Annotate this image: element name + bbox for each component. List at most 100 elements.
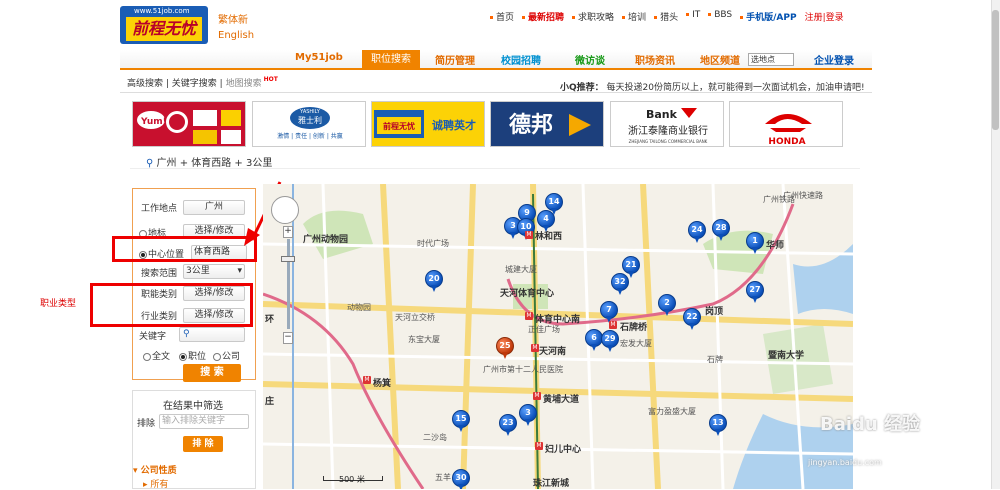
job-pin[interactable]: 7: [600, 301, 618, 323]
scope-company-radio[interactable]: 公司: [213, 349, 240, 362]
main-nav: My51job 职位搜索 简历管理 校园招聘 微访谈 职场资讯 地区频道 选地点…: [120, 50, 872, 70]
job-pin[interactable]: 30: [452, 469, 470, 489]
metro-icon: M: [533, 392, 541, 400]
map-label: 东宝大厦: [408, 335, 440, 344]
job-pin[interactable]: 22: [683, 308, 701, 330]
ad-honda[interactable]: HONDA: [729, 101, 843, 147]
site-logo[interactable]: www.51job.com 前程无忧: [120, 6, 208, 44]
radio-icon: [179, 352, 187, 361]
ad-tailong-bank[interactable]: Bank 浙江泰隆商业银行 ZHEJIANG TAILONG COMMERCIA…: [610, 101, 724, 147]
tab-advanced-search[interactable]: 高级搜索: [127, 79, 163, 89]
map-label: 黄埔大道: [543, 395, 580, 405]
job-pin[interactable]: 24: [688, 221, 706, 243]
nav-campus[interactable]: 校园招聘: [501, 52, 541, 67]
scrollbar-thumb[interactable]: [992, 10, 999, 130]
job-pin[interactable]: 1: [746, 232, 764, 254]
nav-interview[interactable]: 微访谈: [575, 52, 605, 67]
zoom-out-button[interactable]: −: [283, 332, 293, 344]
register-login-link[interactable]: 注册|登录: [805, 10, 844, 23]
map-label: 华师: [766, 241, 785, 251]
map-label: 庄: [265, 397, 275, 407]
job-pin[interactable]: 28: [712, 219, 730, 241]
metro-icon: M: [525, 312, 533, 320]
map-label: 天河立交桥: [395, 313, 435, 322]
deppon-text: 德邦: [509, 112, 553, 138]
job-pin[interactable]: 32: [611, 273, 629, 295]
map-scale-label: 500 米: [339, 475, 365, 484]
search-icon: ⚲: [183, 329, 190, 339]
top-link-it[interactable]: IT: [686, 10, 700, 23]
ad-deppon[interactable]: 德邦: [490, 101, 604, 147]
top-link-home[interactable]: 首页: [490, 10, 514, 23]
traditional-chinese-link[interactable]: 繁体新: [218, 11, 248, 26]
ad-yashili[interactable]: YASHILY 雅士利 激情 | 责任 | 创新 | 共赢: [252, 101, 366, 147]
keyword-input[interactable]: ⚲: [179, 327, 245, 342]
job-pin[interactable]: 23: [499, 414, 517, 436]
exclude-input[interactable]: 输入排除关键字: [159, 414, 249, 429]
job-pin[interactable]: 20: [425, 270, 443, 292]
job-pin[interactable]: 25: [496, 337, 514, 359]
job-pin[interactable]: 13: [709, 414, 727, 436]
work-location-button[interactable]: 广州: [183, 200, 245, 215]
yashili-slogan: 激情 | 责任 | 创新 | 共赢: [277, 132, 343, 140]
divider: [120, 92, 872, 93]
map-label: 富力盈盛大厦: [648, 407, 696, 416]
exclude-button[interactable]: 排 除: [183, 436, 223, 452]
yashili-brand: YASHILY: [299, 109, 321, 115]
scope-fulltext-radio[interactable]: 全文: [143, 349, 170, 362]
metro-icon: M: [531, 344, 539, 352]
range-select[interactable]: 3公里 ▾: [183, 264, 245, 279]
nav-job-search[interactable]: 职位搜索: [362, 50, 420, 70]
region-select[interactable]: 选地点: [748, 53, 794, 66]
job-map[interactable]: + − 广州动物园 动物园 时代广场 林和西 城建大厦 天河体育中心 天河立交桥…: [263, 184, 853, 489]
baidu-watermark: Baidu 经验: [820, 414, 921, 435]
nav-resume[interactable]: 简历管理: [435, 52, 475, 67]
map-label: 珠江新城: [533, 479, 570, 489]
scope-job-radio[interactable]: 职位: [179, 349, 206, 362]
top-link-latest-jobs[interactable]: 最新招聘: [522, 10, 564, 23]
map-label: 正佳广场: [528, 325, 560, 334]
job-pin[interactable]: 4: [537, 210, 555, 232]
ad-yum[interactable]: Yum!: [132, 101, 246, 147]
company-nature-all[interactable]: ▸ 所有: [143, 477, 168, 490]
nav-region[interactable]: 地区频道: [700, 52, 740, 67]
nav-my51job[interactable]: My51job: [295, 52, 343, 63]
honda-text: HONDA: [768, 137, 805, 147]
zoom-handle[interactable]: [281, 256, 295, 262]
top-link-mobile-app[interactable]: 手机版/APP: [740, 10, 797, 23]
top-link-training[interactable]: 培训: [622, 10, 646, 23]
company-nature-toggle[interactable]: ▾ 公司性质: [133, 463, 177, 476]
keyword-label: 关键字: [139, 332, 167, 342]
filter-title: 在结果中筛选: [163, 401, 223, 412]
nav-career-news[interactable]: 职场资讯: [635, 52, 675, 67]
tab-keyword-search[interactable]: 关键字搜索: [172, 79, 217, 89]
top-links: 首页 最新招聘 求职攻略 培训 猎头 IT BBS 手机版/APP 注册|登录: [490, 10, 844, 23]
pan-control[interactable]: [271, 196, 299, 224]
map-label: 宏发大厦: [620, 339, 652, 348]
job-pin[interactable]: 3: [519, 404, 537, 426]
ad-51job-logo: 前程无忧: [383, 121, 415, 131]
tab-map-search[interactable]: 地图搜索: [226, 79, 262, 89]
english-link[interactable]: English: [218, 30, 254, 41]
yum-ad-graphic: Yum!: [137, 110, 241, 144]
metro-icon: M: [535, 442, 543, 450]
search-button[interactable]: 搜 索: [183, 364, 241, 382]
map-label: 石牌桥: [620, 323, 648, 333]
nav-employer-login[interactable]: 企业登录: [814, 52, 854, 67]
yashili-ad-graphic: YASHILY 雅士利 激情 | 责任 | 创新 | 共赢: [277, 107, 343, 140]
zoom-in-button[interactable]: +: [283, 226, 293, 238]
bank-en-text: Bank: [646, 108, 678, 121]
job-pin[interactable]: 27: [746, 281, 764, 303]
job-pin[interactable]: 2: [658, 294, 676, 316]
search-mode-tabs: 高级搜索 | 关键字搜索 | 地图搜索 HOT: [127, 76, 278, 89]
hot-badge: HOT: [263, 76, 278, 83]
yashili-text: 雅士利: [298, 115, 322, 125]
top-link-headhunter[interactable]: 猎头: [654, 10, 678, 23]
job-pin[interactable]: 29: [601, 330, 619, 352]
yum-text: Yum!: [140, 117, 167, 127]
zoom-slider[interactable]: [287, 239, 290, 329]
ad-51job[interactable]: 诚聘英才 前程无忧: [371, 101, 485, 147]
top-link-job-tips[interactable]: 求职攻略: [572, 10, 614, 23]
job-pin[interactable]: 15: [452, 410, 470, 432]
top-link-bbs[interactable]: BBS: [708, 10, 732, 23]
